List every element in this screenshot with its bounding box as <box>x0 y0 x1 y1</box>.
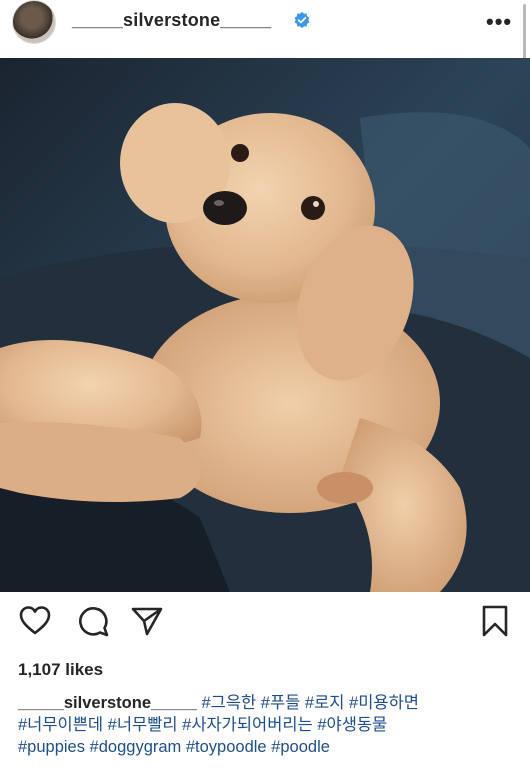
poodle-image <box>0 58 530 592</box>
scrollbar[interactable] <box>523 4 526 64</box>
post-photo[interactable] <box>0 58 530 592</box>
heart-icon[interactable] <box>18 604 52 638</box>
caption-tags-line1[interactable]: #그윽한 #푸들 #로지 #미용하면 <box>201 694 418 712</box>
post-caption: _____silverstone_____ #그윽한 #푸들 #로지 #미용하면… <box>18 692 518 758</box>
send-icon[interactable] <box>130 604 164 638</box>
more-options-icon[interactable]: ••• <box>486 9 512 35</box>
action-bar <box>0 604 530 644</box>
comment-icon[interactable] <box>76 604 110 638</box>
profile-avatar[interactable] <box>12 0 56 44</box>
caption-tags-line2[interactable]: #너무이쁜데 #너무빨리 #사자가되어버리는 #야생동물 <box>18 716 387 734</box>
bookmark-icon[interactable] <box>478 604 512 638</box>
post-header: _____silverstone_____ ••• <box>0 0 530 64</box>
caption-tags-line3[interactable]: #puppies #doggygram #toypoodle #poodle <box>18 738 330 756</box>
verified-badge-icon <box>294 11 310 29</box>
likes-count[interactable]: 1,107 likes <box>18 660 103 680</box>
caption-username[interactable]: _____silverstone_____ <box>18 694 197 712</box>
post-username[interactable]: _____silverstone_____ <box>72 10 271 31</box>
